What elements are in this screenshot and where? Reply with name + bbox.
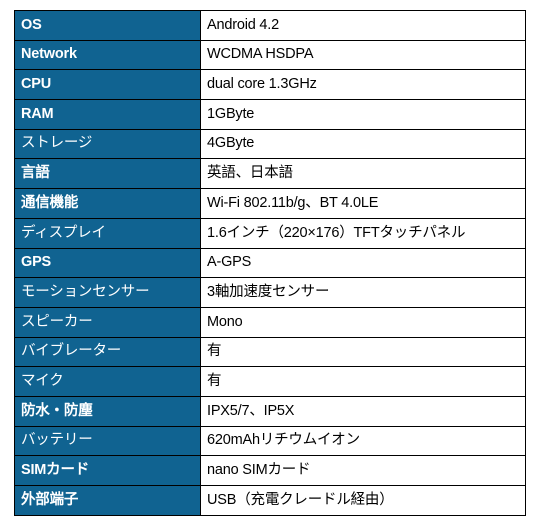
spec-label-cell: SIMカード xyxy=(14,455,201,486)
spec-label-cell: マイク xyxy=(14,366,201,397)
spec-value-cell: 英語、日本語 xyxy=(200,158,526,190)
table-row: ディスプレイ 1.6インチ（220×176）TFTタッチパネル xyxy=(14,217,526,249)
device-specifications-table: OS Android 4.2 Network WCDMA HSDPA CPU dual c… xyxy=(14,10,526,516)
spec-value-cell: 有 xyxy=(200,336,526,368)
spec-value-cell: dual core 1.3GHz xyxy=(200,69,526,101)
spec-value-cell: Wi-Fi 802.11b/g、BT 4.0LE xyxy=(200,188,526,219)
spec-value-cell: 3軸加速度センサー xyxy=(200,277,526,308)
spec-value-cell: 4GByte xyxy=(200,128,526,160)
table-row: バイブレーター有 xyxy=(14,336,526,368)
table-row: 防水・防塵 IPX5/7、IP5X xyxy=(14,395,526,427)
spec-label-cell: バイブレーター xyxy=(14,336,201,368)
spec-label-cell: OS xyxy=(14,10,201,41)
spec-label-cell: ストレージ xyxy=(14,128,201,160)
spec-value-cell: A-GPS xyxy=(200,247,526,279)
spec-label-cell: 言語 xyxy=(14,158,201,190)
table-row: ストレージ 4GByte xyxy=(14,128,526,160)
spec-label-cell: CPU xyxy=(14,69,201,101)
spec-label-cell: 防水・防塵 xyxy=(14,395,201,427)
spec-label-cell: GPS xyxy=(14,247,201,279)
spec-label-cell: ディスプレイ xyxy=(14,217,201,249)
table-row: SIMカード nano SIMカード xyxy=(14,455,526,486)
spec-value-cell: nano SIMカード xyxy=(200,455,526,486)
table-row: GPS A-GPS xyxy=(14,247,526,279)
table-row: 外部端子 USB（充電クレードル経由） xyxy=(14,485,526,516)
specifications-table-container: OS Android 4.2 Network WCDMA HSDPA CPU dual c… xyxy=(14,10,526,516)
table-row: 通信機能 Wi-Fi 802.11b/g、BT 4.0LE xyxy=(14,188,526,219)
table-row: Network WCDMA HSDPA xyxy=(14,39,526,71)
spec-value-cell: IPX5/7、IP5X xyxy=(200,395,526,427)
spec-value-cell: 1.6インチ（220×176）TFTタッチパネル xyxy=(200,217,526,249)
table-row: OS Android 4.2 xyxy=(14,10,526,41)
spec-label-cell: スピーカー xyxy=(14,306,201,338)
table-row: RAM 1GByte xyxy=(14,99,526,130)
spec-label-cell: RAM xyxy=(14,99,201,130)
spec-value-cell: WCDMA HSDPA xyxy=(200,39,526,71)
table-row: CPU dual core 1.3GHz xyxy=(14,69,526,101)
spec-value-cell: 620mAhリチウムイオン xyxy=(200,425,526,457)
table-row: スピーカー Mono xyxy=(14,306,526,338)
spec-label-cell: モーションセンサー xyxy=(14,277,201,308)
spec-label-cell: 外部端子 xyxy=(14,485,201,516)
spec-value-cell: Mono xyxy=(200,306,526,338)
table-row: 言語 英語、日本語 xyxy=(14,158,526,190)
spec-value-cell: 1GByte xyxy=(200,99,526,130)
table-row: マイク有 xyxy=(14,366,526,397)
spec-value-cell: Android 4.2 xyxy=(200,10,526,41)
spec-label-cell: バッテリー xyxy=(14,425,201,457)
table-row: バッテリー 620mAhリチウムイオン xyxy=(14,425,526,457)
spec-value-cell: USB（充電クレードル経由） xyxy=(200,485,526,516)
spec-label-cell: 通信機能 xyxy=(14,188,201,219)
spec-label-cell: Network xyxy=(14,39,201,71)
table-row: モーションセンサー 3軸加速度センサー xyxy=(14,277,526,308)
spec-value-cell: 有 xyxy=(200,366,526,397)
